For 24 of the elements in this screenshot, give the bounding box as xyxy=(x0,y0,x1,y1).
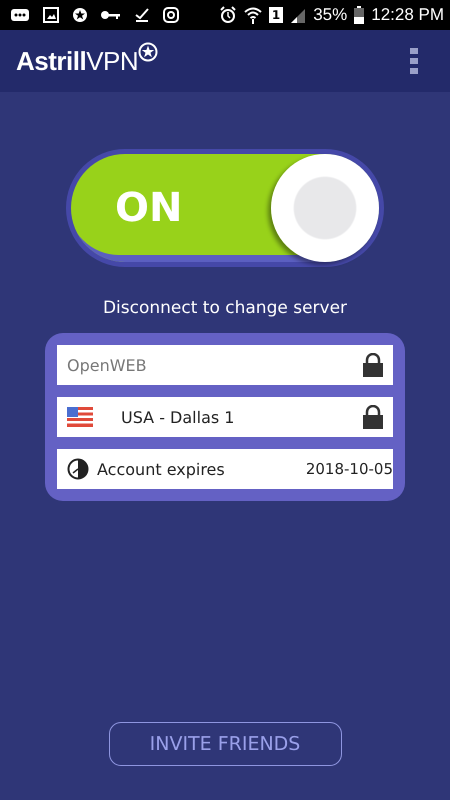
battery-percent: 35% xyxy=(313,5,348,25)
battery-icon xyxy=(354,6,364,24)
clock-icon xyxy=(67,458,89,480)
server-label: USA - Dallas 1 xyxy=(120,408,236,426)
signal-icon xyxy=(290,7,306,23)
wifi-icon xyxy=(244,6,262,24)
key-icon xyxy=(101,10,121,20)
expiry-date: 2018-10-05 xyxy=(306,460,393,478)
sim-badge: 1 xyxy=(268,7,284,23)
protocol-label: OpenWEB xyxy=(67,356,148,374)
app-logo: AstrillVPN xyxy=(16,46,138,76)
server-row[interactable]: USA - Dallas 1 xyxy=(57,397,393,437)
more-menu-icon[interactable] xyxy=(410,48,418,74)
camera-icon xyxy=(163,7,179,23)
invite-friends-button[interactable]: INVITE FRIENDS xyxy=(108,722,342,766)
clock-time: 12:28 PM xyxy=(371,5,444,25)
image-icon xyxy=(43,7,59,23)
hint-text: Disconnect to change server xyxy=(102,298,348,318)
message-icon xyxy=(10,8,30,22)
alarm-icon xyxy=(218,6,237,24)
flag-icon xyxy=(67,407,93,427)
mode-row[interactable]: OpenWEB xyxy=(57,345,393,385)
checkmark-icon xyxy=(134,7,150,23)
expiry-label: Account expires xyxy=(97,460,226,478)
